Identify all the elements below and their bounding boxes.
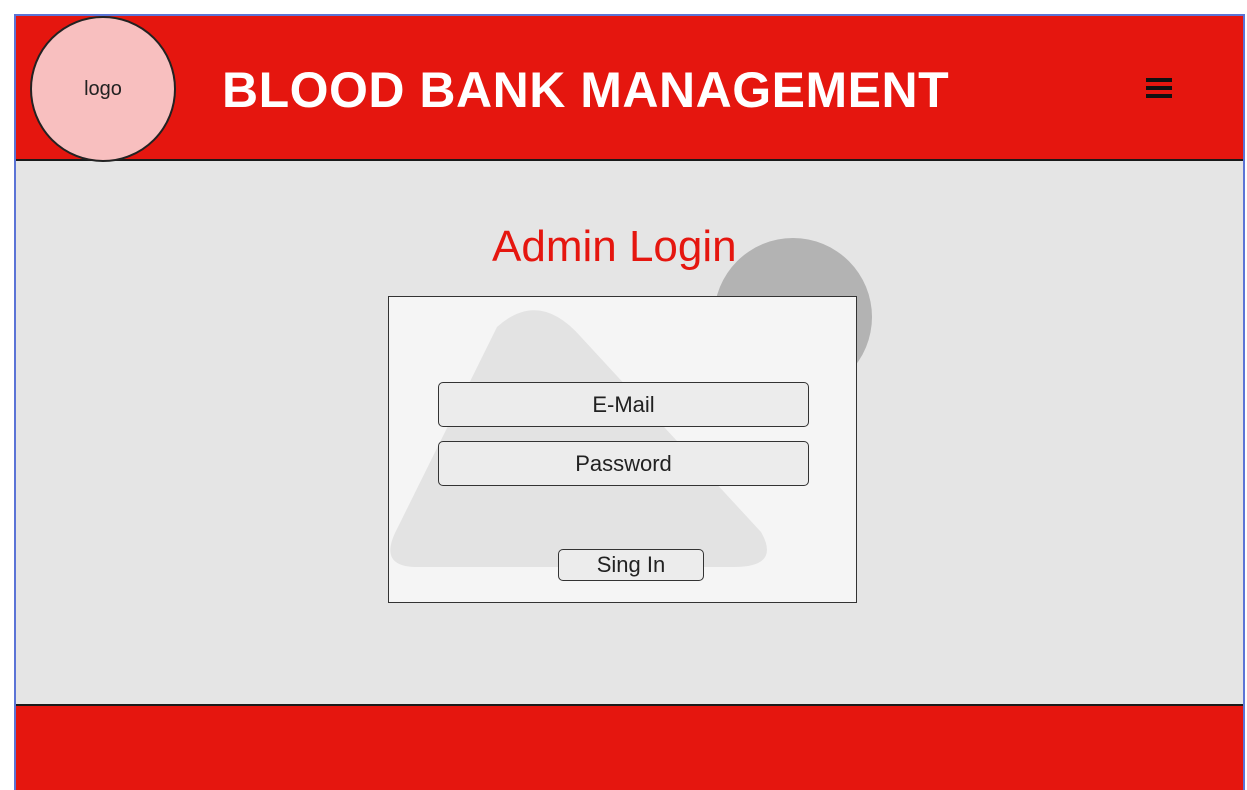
menu-bar-top	[1146, 78, 1172, 82]
app-footer	[16, 704, 1243, 790]
app-window: logo BLOOD BANK MANAGEMENT Admin Login S…	[14, 14, 1245, 790]
app-header: logo BLOOD BANK MANAGEMENT	[16, 16, 1243, 162]
app-title: BLOOD BANK MANAGEMENT	[222, 62, 950, 118]
sign-in-button[interactable]: Sing In	[558, 549, 704, 581]
menu-bar-bottom	[1146, 94, 1172, 98]
decorative-triangle-path	[390, 310, 767, 567]
hamburger-menu-icon[interactable]	[1146, 78, 1174, 100]
logo[interactable]: logo	[30, 16, 176, 162]
password-field[interactable]	[438, 441, 809, 486]
logo-label: logo	[84, 77, 122, 100]
email-field[interactable]	[438, 382, 809, 427]
login-form: Sing In	[388, 296, 857, 603]
page-title: Admin Login	[492, 222, 737, 271]
menu-bar-middle	[1146, 86, 1172, 90]
